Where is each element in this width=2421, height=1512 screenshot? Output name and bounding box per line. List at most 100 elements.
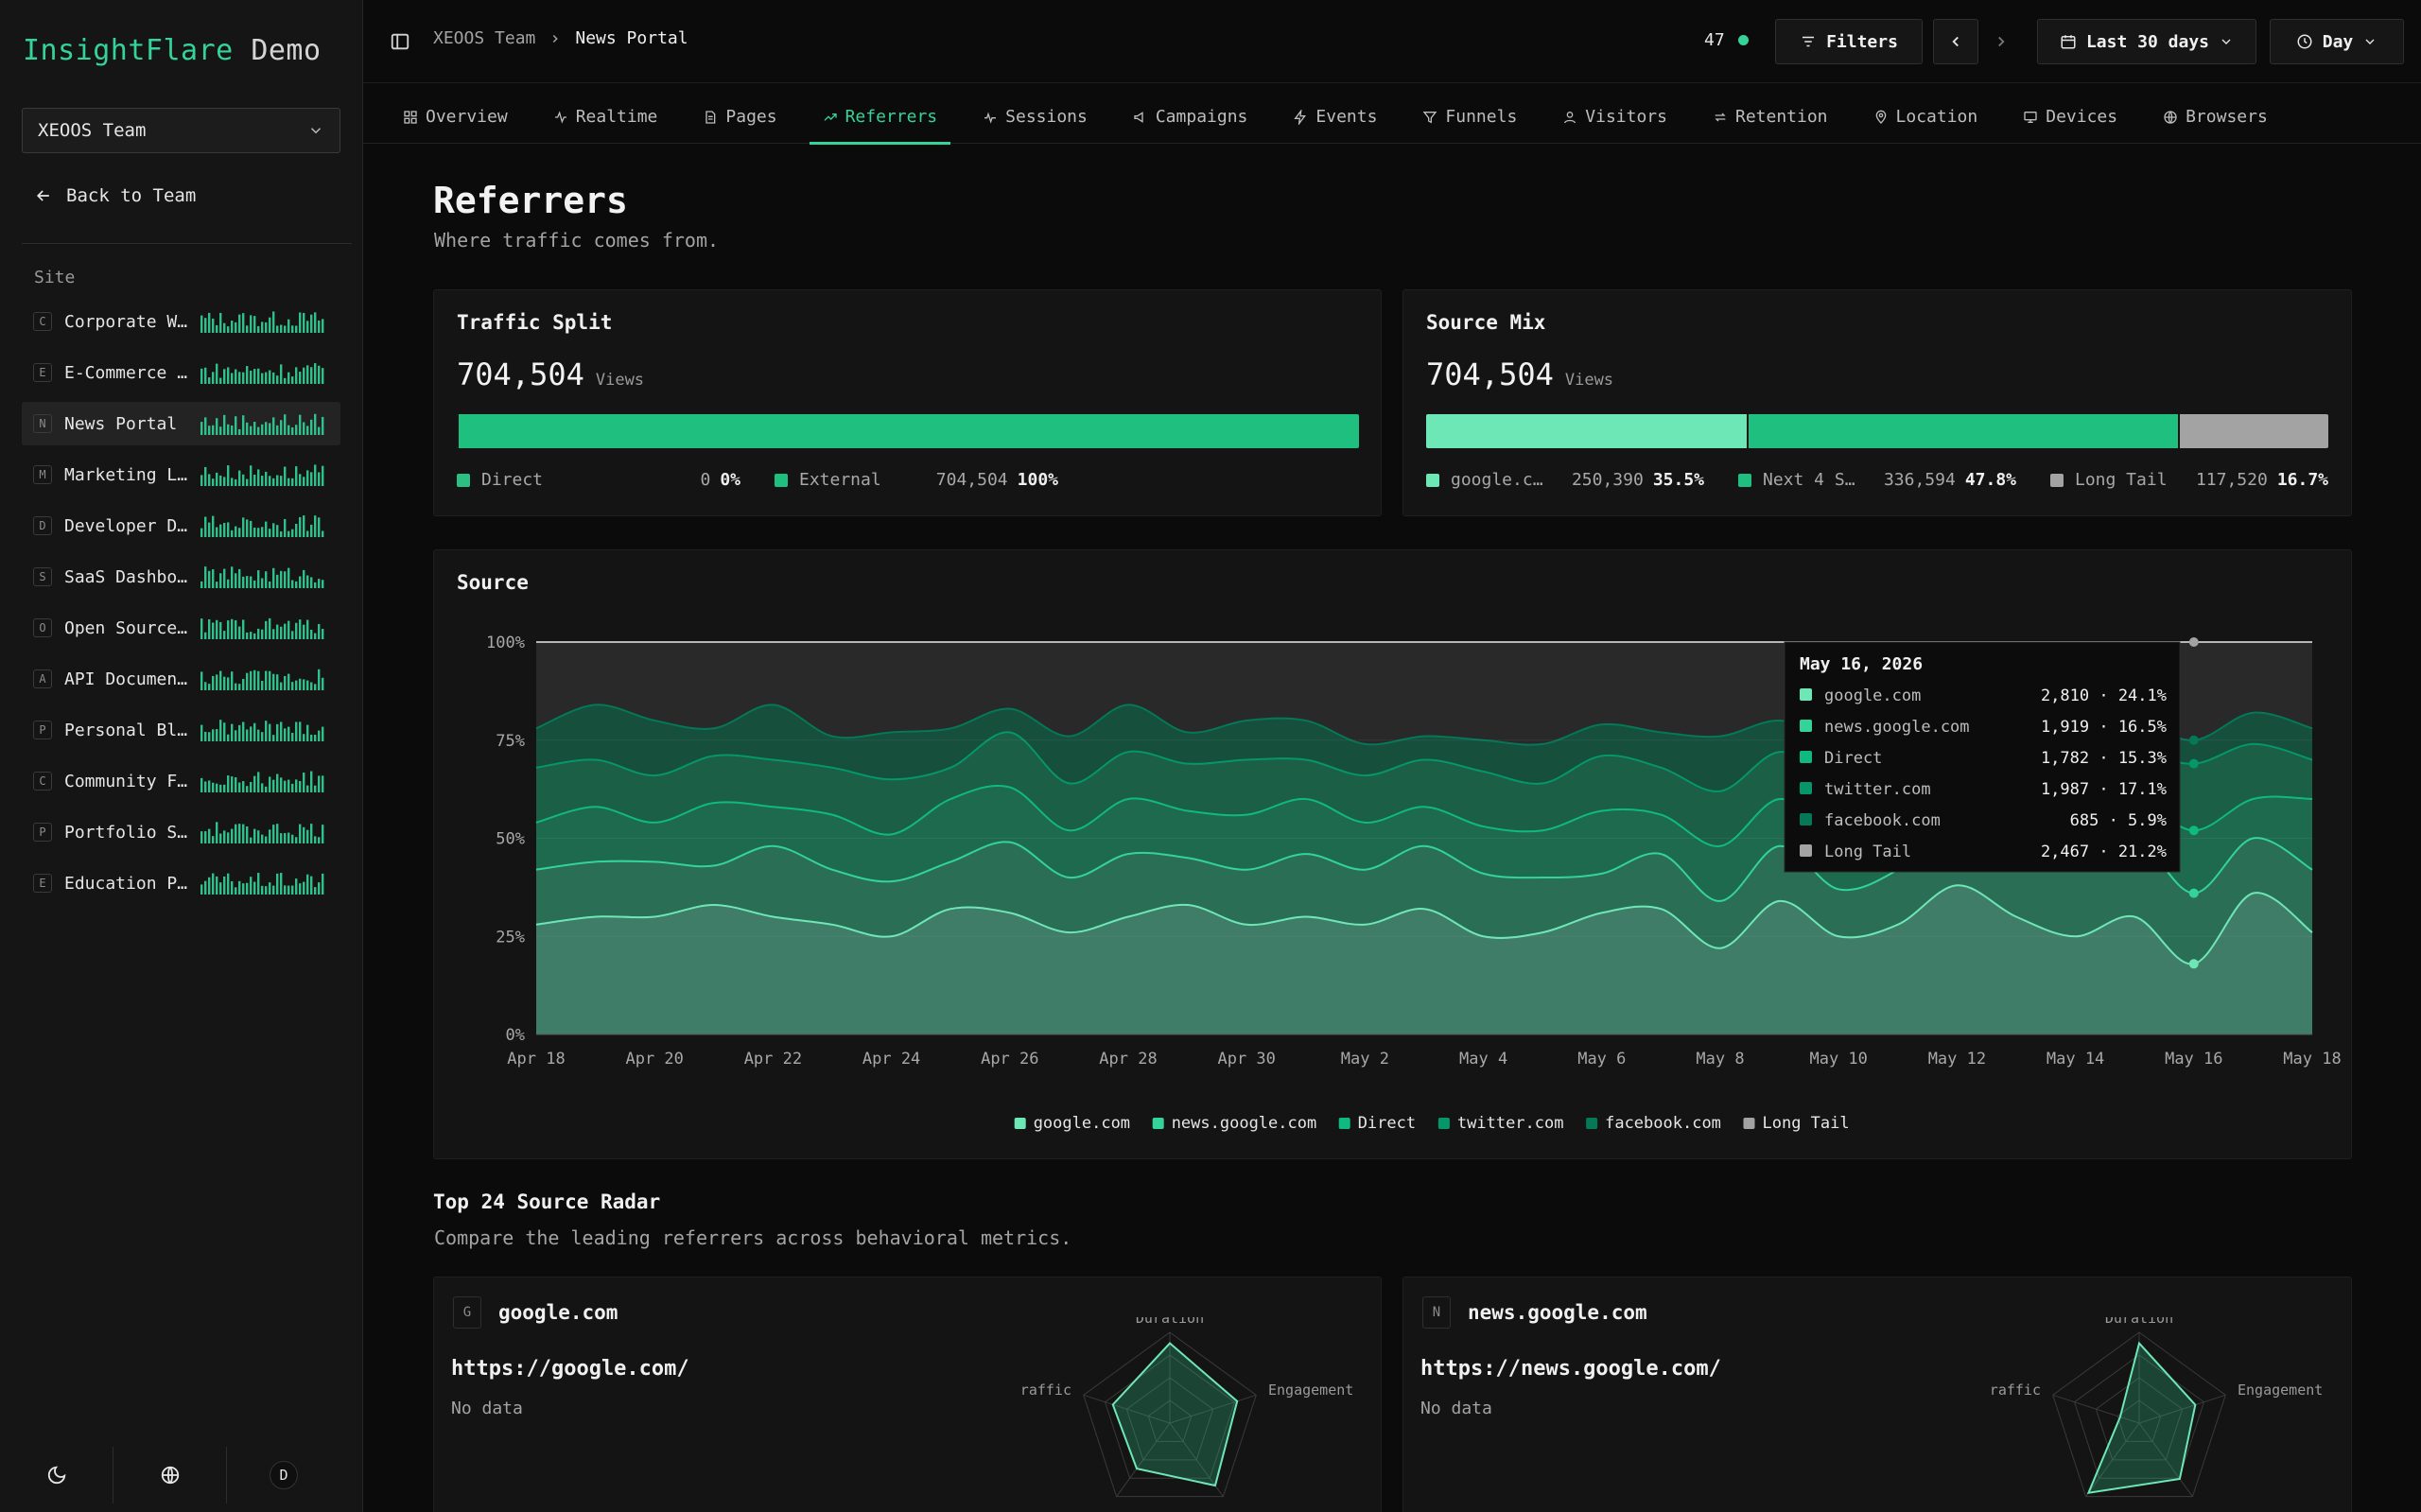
sparkline-bar (223, 414, 226, 435)
sparkline-bar (287, 885, 290, 895)
hover-point (2188, 735, 2199, 745)
sparkline-bar (253, 669, 256, 690)
tab-funnels[interactable]: Funnels (1409, 91, 1530, 144)
sparkline-bar (200, 671, 203, 690)
legend-swatch (1014, 1118, 1026, 1129)
site-item[interactable]: P Portfolio S… (22, 810, 340, 854)
tooltip-value: 1,782 · 15.3% (2041, 749, 2167, 768)
sparkline-bar (276, 624, 279, 639)
sparkline-bar (261, 527, 264, 537)
sparkline-bar (253, 422, 256, 435)
site-item[interactable]: C Community F… (22, 759, 340, 803)
tab-retention[interactable]: Retention (1699, 91, 1841, 144)
site-item[interactable]: E E-Commerce … (22, 351, 340, 394)
site-item[interactable]: N News Portal (22, 402, 340, 445)
site-item[interactable]: M Marketing L… (22, 453, 340, 496)
tab-pages[interactable]: Pages (689, 91, 790, 144)
tab-sessions[interactable]: Sessions (969, 91, 1101, 144)
tab-location[interactable]: Location (1860, 91, 1992, 144)
sparkline-bar (272, 372, 275, 384)
source-url[interactable]: https://news.google.com/ (1420, 1357, 1721, 1381)
tab-events[interactable]: Events (1280, 91, 1390, 144)
sparkline-bar (235, 776, 237, 792)
sparkline-bar (269, 617, 271, 639)
next-period-button[interactable] (1978, 19, 2024, 64)
sparkline-bar (216, 363, 218, 384)
monitor-icon (2024, 111, 2037, 123)
globe-icon (2164, 110, 2177, 124)
sparkline-bar (223, 784, 226, 792)
tab-referrers[interactable]: Referrers (809, 91, 951, 145)
date-range-select[interactable]: Last 30 days (2037, 19, 2256, 64)
site-item[interactable]: A API Documen… (22, 657, 340, 701)
sparkline-bar (235, 526, 237, 537)
sparkline-bar (212, 372, 215, 384)
sparkline-bar (223, 830, 226, 843)
sparkline-bar (306, 619, 309, 639)
tab-label: Browsers (2186, 107, 2268, 127)
sparkline-bar (272, 673, 275, 690)
sparkline-bar (295, 779, 298, 792)
tab-realtime[interactable]: Realtime (540, 91, 671, 144)
source-url[interactable]: https://google.com/ (451, 1357, 689, 1381)
interval-select[interactable]: Day (2270, 19, 2404, 64)
tab-visitors[interactable]: Visitors (1549, 91, 1681, 144)
sparkline-bar (314, 582, 317, 588)
back-to-team-link[interactable]: Back to Team (34, 185, 196, 206)
radar-axis-label: Duration (1136, 1317, 1204, 1327)
sparkline-bar (242, 415, 245, 435)
language-button[interactable] (113, 1446, 227, 1503)
sparkline-bar (265, 422, 268, 435)
sparkline-bar (204, 632, 207, 639)
sparkline-bar (238, 428, 241, 435)
site-item[interactable]: E Education P… (22, 861, 340, 905)
theme-toggle-button[interactable] (0, 1446, 113, 1503)
sparkline-bar (250, 465, 253, 486)
sparkline-bar (242, 619, 245, 639)
app-brand[interactable]: InsightFlare Demo (23, 34, 322, 67)
x-tick-label: May 10 (1809, 1050, 1867, 1069)
sparkline-bar (295, 878, 298, 895)
radar-card-news-google[interactable]: N news.google.com https://news.google.co… (1402, 1277, 2352, 1512)
sparkline-bar (204, 516, 207, 537)
tab-overview[interactable]: Overview (390, 91, 521, 144)
site-item[interactable]: S SaaS Dashbo… (22, 555, 340, 599)
previous-period-button[interactable] (1933, 19, 1978, 64)
breadcrumb-team[interactable]: XEOOS Team (433, 28, 535, 48)
sparkline-bar (212, 675, 215, 690)
tooltip-swatch (1800, 688, 1812, 701)
sparkline-bar (284, 325, 287, 333)
sparkline-bar (223, 676, 226, 690)
site-item[interactable]: D Developer D… (22, 504, 340, 547)
tab-devices[interactable]: Devices (2010, 91, 2131, 144)
page-title: Referrers (433, 180, 628, 221)
site-name: E-Commerce … (64, 362, 188, 383)
legend-label: Direct (1358, 1114, 1416, 1133)
team-select[interactable]: XEOOS Team (22, 108, 340, 153)
filters-label: Filters (1826, 31, 1898, 52)
site-item[interactable]: C Corporate W… (22, 300, 340, 343)
sparkline-bar (242, 824, 245, 843)
sparkline-bar (303, 881, 305, 895)
sparkline-bar (219, 621, 222, 639)
sidebar-toggle-icon[interactable] (390, 31, 410, 52)
sparkline-bar (306, 426, 309, 435)
tab-campaigns[interactable]: Campaigns (1120, 91, 1262, 144)
sparkline-bar (253, 828, 256, 843)
tab-browsers[interactable]: Browsers (2150, 91, 2281, 144)
sparkline-bar (261, 783, 264, 792)
sparkline-bar (246, 366, 249, 384)
sparkline-bar (200, 315, 203, 333)
radar-card-google[interactable]: G google.com https://google.com/ No data… (433, 1277, 1382, 1512)
filters-button[interactable]: Filters (1775, 19, 1923, 64)
site-item[interactable]: O Open Source… (22, 606, 340, 650)
site-badge: O (33, 618, 52, 637)
sparkline-bar (257, 729, 260, 741)
source-area-chart[interactable]: 0% 25% 50% 75% 100% Apr 18 Apr 20 Apr 22 Apr 24 A… (434, 550, 2351, 1158)
tab-label: Overview (426, 107, 508, 127)
account-button[interactable]: D (227, 1447, 340, 1503)
sparkline-bar (216, 472, 218, 486)
sparkline-bar (208, 828, 211, 843)
site-badge: N (33, 414, 52, 433)
site-item[interactable]: P Personal Bl… (22, 708, 340, 752)
